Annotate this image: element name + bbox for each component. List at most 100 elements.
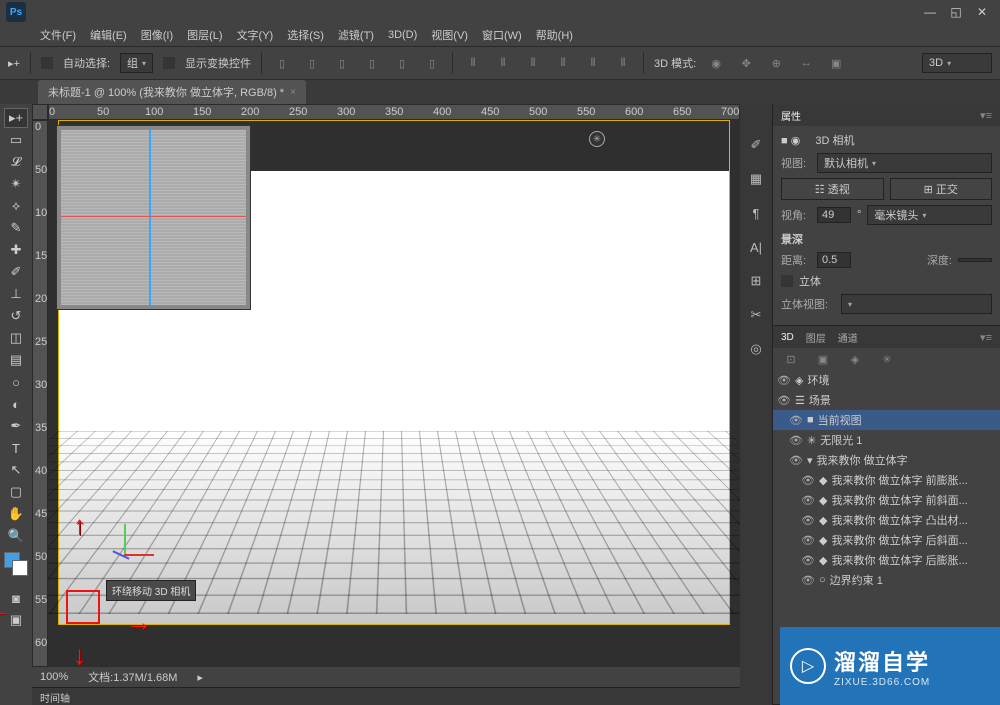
visibility-icon[interactable]: 👁	[789, 434, 803, 447]
visibility-icon[interactable]: 👁	[801, 574, 815, 587]
visibility-icon[interactable]: 👁	[777, 374, 791, 387]
filter-mesh-icon[interactable]: ▣	[813, 349, 833, 369]
brush-tool[interactable]: ✐	[4, 262, 28, 282]
mode3d-orbit-icon[interactable]: ◉	[706, 53, 726, 73]
visibility-icon[interactable]: 👁	[801, 514, 815, 527]
zoom-tool[interactable]: 🔍	[4, 526, 28, 546]
ruler-horizontal[interactable]: 0501001502002503003504004505005506006507…	[48, 104, 740, 120]
menu-3d[interactable]: 3D(D)	[382, 27, 423, 43]
scene-item[interactable]: 👁▾我来教你 做立体字	[773, 450, 1000, 470]
menu-view[interactable]: 视图(V)	[425, 25, 474, 45]
menu-select[interactable]: 选择(S)	[281, 25, 330, 45]
mode3d-cam-icon[interactable]: ▣	[826, 53, 846, 73]
eyedropper-tool[interactable]: ✎	[4, 218, 28, 238]
lens-dropdown[interactable]: 毫米镜头	[867, 205, 992, 225]
panel-tab-layers[interactable]: 图层	[806, 330, 826, 345]
auto-select-dropdown[interactable]: 组	[120, 53, 153, 73]
visibility-icon[interactable]: 👁	[789, 454, 803, 467]
marquee-tool[interactable]: ▭	[4, 130, 28, 150]
minidock-cc-icon[interactable]: ◎	[745, 338, 767, 360]
align-icon-2[interactable]: ▯	[302, 53, 322, 73]
zoom-label[interactable]: 100%	[40, 671, 68, 683]
menu-file[interactable]: 文件(F)	[34, 25, 82, 45]
scene-item[interactable]: 👁◆我来教你 做立体字 后膨胀...	[773, 550, 1000, 570]
fov-field[interactable]: 49	[817, 207, 851, 223]
menu-image[interactable]: 图像(I)	[135, 25, 179, 45]
move-tool[interactable]: ▸+	[4, 108, 28, 128]
filter-light-icon[interactable]: ✳	[877, 349, 897, 369]
wand-tool[interactable]: ✴	[4, 174, 28, 194]
visibility-icon[interactable]: 👁	[801, 554, 815, 567]
scene-panel-menu-icon[interactable]: ▾≡	[980, 331, 992, 344]
menu-layer[interactable]: 图层(L)	[181, 25, 228, 45]
secondary-view[interactable]	[56, 125, 251, 310]
hand-tool[interactable]: ✋	[4, 504, 28, 524]
panel-menu-icon[interactable]: ▾≡	[980, 109, 992, 122]
dist-icon-4[interactable]: ⫴	[553, 53, 573, 73]
view-dropdown[interactable]: 默认相机	[817, 153, 992, 173]
visibility-icon[interactable]: 👁	[801, 474, 815, 487]
scene-item[interactable]: 👁☰场景	[773, 390, 1000, 410]
minidock-char-icon[interactable]: ¶	[745, 202, 767, 224]
blur-tool[interactable]: ○	[4, 372, 28, 392]
visibility-icon[interactable]: 👁	[801, 534, 815, 547]
stereoview-dropdown[interactable]	[841, 294, 992, 314]
perspective-button[interactable]: ☷ 透视	[781, 178, 884, 200]
min-button[interactable]: —	[918, 3, 942, 21]
auto-select-checkbox[interactable]	[41, 57, 53, 69]
pen-tool[interactable]: ✒	[4, 416, 28, 436]
eraser-tool[interactable]: ◫	[4, 328, 28, 348]
mode3d-dropdown[interactable]: 3D	[922, 53, 992, 73]
dist-icon-2[interactable]: ⫴	[493, 53, 513, 73]
scene-item[interactable]: 👁◆我来教你 做立体字 后斜面...	[773, 530, 1000, 550]
shape-tool[interactable]: ▢	[4, 482, 28, 502]
color-swatches[interactable]	[4, 552, 28, 576]
properties-tab[interactable]: 属性	[781, 108, 801, 123]
mode3d-scale-icon[interactable]: ↔	[796, 53, 816, 73]
stamp-tool[interactable]: ⊥	[4, 284, 28, 304]
crop-tool[interactable]: ⟡	[4, 196, 28, 216]
dodge-tool[interactable]: ◐	[4, 394, 28, 414]
mode3d-pan-icon[interactable]: ✥	[736, 53, 756, 73]
minidock-para-icon[interactable]: A|	[745, 236, 767, 258]
scene-item[interactable]: 👁■当前视图	[773, 410, 1000, 430]
timeline-panel[interactable]: 时间轴	[32, 687, 740, 705]
type-tool[interactable]: T	[4, 438, 28, 458]
align-icon-5[interactable]: ▯	[392, 53, 412, 73]
filter-scene-icon[interactable]: ⊡	[781, 349, 801, 369]
light-widget[interactable]: ✳	[589, 131, 605, 147]
show-transform-checkbox[interactable]	[163, 57, 175, 69]
lasso-tool[interactable]: 𝓛	[4, 152, 28, 172]
visibility-icon[interactable]: 👁	[777, 394, 791, 407]
minidock-brush-icon[interactable]: ✐	[745, 134, 767, 156]
align-icon-1[interactable]: ▯	[272, 53, 292, 73]
panel-tab-3d[interactable]: 3D	[781, 332, 794, 343]
dist-icon-1[interactable]: ⫴	[463, 53, 483, 73]
close-button[interactable]: ✕	[970, 3, 994, 21]
visibility-icon[interactable]: 👁	[801, 494, 815, 507]
scene-item[interactable]: 👁◈环境	[773, 370, 1000, 390]
dist-icon-3[interactable]: ⫴	[523, 53, 543, 73]
filter-material-icon[interactable]: ◈	[845, 349, 865, 369]
align-icon-4[interactable]: ▯	[362, 53, 382, 73]
minidock-adjust-icon[interactable]: ✂	[745, 304, 767, 326]
scene-item[interactable]: 👁◆我来教你 做立体字 前斜面...	[773, 490, 1000, 510]
heal-tool[interactable]: ✚	[4, 240, 28, 260]
menu-edit[interactable]: 编辑(E)	[84, 25, 133, 45]
stereo-checkbox[interactable]	[781, 275, 793, 287]
panel-tab-channels[interactable]: 通道	[838, 330, 858, 345]
ruler-origin[interactable]	[32, 104, 48, 120]
menu-type[interactable]: 文字(Y)	[231, 25, 280, 45]
align-icon-6[interactable]: ▯	[422, 53, 442, 73]
scene-item[interactable]: 👁✳无限光 1	[773, 430, 1000, 450]
minidock-styles-icon[interactable]: ⊞	[745, 270, 767, 292]
ruler-vertical[interactable]: 050100150200250300350400450500550600650	[32, 120, 48, 667]
scene-item[interactable]: 👁◆我来教你 做立体字 前膨胀...	[773, 470, 1000, 490]
background-swatch[interactable]	[12, 560, 28, 576]
visibility-icon[interactable]: 👁	[789, 414, 803, 427]
gradient-tool[interactable]: ▤	[4, 350, 28, 370]
dist-icon-6[interactable]: ⫴	[613, 53, 633, 73]
align-icon-3[interactable]: ▯	[332, 53, 352, 73]
history-brush-tool[interactable]: ↺	[4, 306, 28, 326]
path-select-tool[interactable]: ↖	[4, 460, 28, 480]
